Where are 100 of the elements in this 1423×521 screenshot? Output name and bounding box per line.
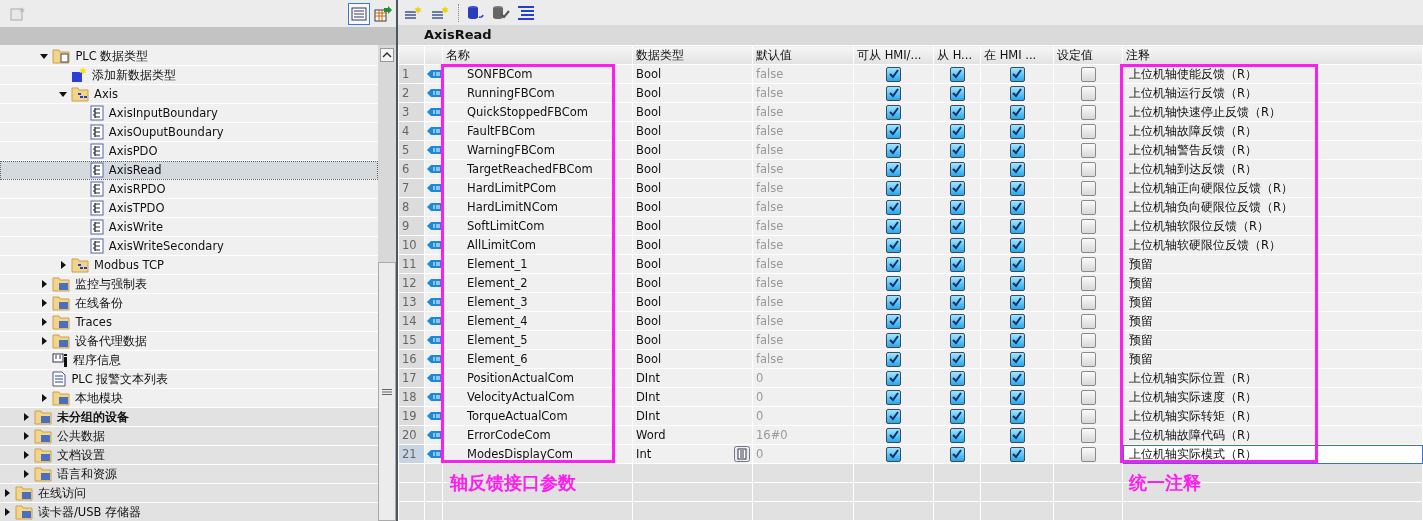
checkbox[interactable]	[949, 351, 965, 367]
tree-item[interactable]: 程序信息	[0, 351, 378, 370]
tree-item[interactable]: AxisTPDO	[0, 199, 378, 218]
checkbox[interactable]	[949, 180, 965, 196]
checkbox[interactable]	[1009, 199, 1025, 215]
checkbox[interactable]	[886, 218, 901, 234]
tree-item[interactable]: 在线访问	[0, 484, 378, 503]
checkbox[interactable]	[1080, 294, 1096, 310]
checkbox[interactable]	[1080, 180, 1096, 196]
collapsed-arrow-icon[interactable]	[2, 488, 12, 498]
checkbox[interactable]	[949, 142, 965, 158]
checkbox[interactable]	[949, 123, 965, 139]
checkbox[interactable]	[1009, 104, 1025, 120]
checkbox[interactable]	[949, 275, 965, 291]
checkbox[interactable]	[1080, 389, 1096, 405]
collapsed-arrow-icon[interactable]	[2, 507, 12, 517]
checkbox[interactable]	[1009, 389, 1025, 405]
table-cell[interactable]: 预留	[1129, 275, 1153, 290]
checkbox[interactable]	[1009, 427, 1025, 443]
checkbox[interactable]	[949, 218, 965, 234]
checkbox[interactable]	[1080, 66, 1096, 82]
table-cell[interactable]: 预留	[1129, 313, 1153, 328]
checkbox[interactable]	[886, 142, 901, 158]
checkbox[interactable]	[949, 389, 965, 405]
checkbox[interactable]	[886, 351, 901, 367]
tree-item[interactable]: 公共数据	[0, 427, 378, 446]
checkbox[interactable]	[1080, 275, 1096, 291]
checkbox[interactable]	[1080, 408, 1096, 424]
checkbox[interactable]	[886, 180, 901, 196]
checkbox[interactable]	[949, 161, 965, 177]
column-header[interactable]: 从 H...	[933, 45, 981, 65]
checkbox[interactable]	[886, 199, 901, 215]
checkbox[interactable]	[886, 85, 901, 101]
tree-item[interactable]: AxisOuputBoundary	[0, 123, 378, 142]
tree-item[interactable]: AxisWrite	[0, 218, 378, 237]
checkbox[interactable]	[1080, 161, 1096, 177]
checkbox[interactable]	[949, 294, 965, 310]
checkbox[interactable]	[886, 313, 901, 329]
database-icon[interactable]	[467, 4, 485, 21]
checkbox[interactable]	[886, 332, 901, 348]
tree-item[interactable]: 设备代理数据	[0, 332, 378, 351]
checkbox[interactable]	[1009, 161, 1025, 177]
checkbox[interactable]	[1080, 104, 1096, 120]
expanded-arrow-icon[interactable]	[39, 51, 50, 61]
column-header[interactable]: 默认值	[752, 45, 854, 65]
scroll-up-icon[interactable]	[380, 48, 394, 62]
checkbox[interactable]	[1009, 351, 1025, 367]
checkbox[interactable]	[949, 370, 965, 386]
tree-item[interactable]: AxisWriteSecondary	[0, 237, 378, 256]
checkbox[interactable]	[886, 256, 901, 272]
checkbox[interactable]	[949, 66, 965, 82]
tree-item[interactable]: 监控与强制表	[0, 275, 378, 294]
database-check-icon[interactable]	[492, 4, 510, 21]
insert-row-icon[interactable]	[404, 4, 424, 21]
checkbox[interactable]	[886, 294, 901, 310]
checkbox[interactable]	[1009, 294, 1025, 310]
table-cell[interactable]: 预留	[1129, 351, 1153, 366]
checkbox[interactable]	[886, 161, 901, 177]
checkbox[interactable]	[1080, 427, 1096, 443]
checkbox[interactable]	[1009, 85, 1025, 101]
checkbox[interactable]	[886, 389, 901, 405]
tree-item[interactable]: Axis	[0, 85, 378, 104]
checkbox[interactable]	[1080, 237, 1096, 253]
checkbox[interactable]	[1009, 142, 1025, 158]
checkbox[interactable]	[1080, 256, 1096, 272]
checkbox[interactable]	[949, 199, 965, 215]
checkbox[interactable]	[1009, 66, 1025, 82]
column-header[interactable]: 数据类型	[632, 45, 753, 65]
checkbox[interactable]	[886, 66, 901, 82]
checkbox[interactable]	[1009, 180, 1025, 196]
checkbox[interactable]	[949, 104, 965, 120]
checkbox[interactable]	[1009, 313, 1025, 329]
checkbox[interactable]	[1009, 123, 1025, 139]
checkbox[interactable]	[886, 408, 901, 424]
table-cell[interactable]: 预留	[1129, 332, 1153, 347]
tree-item[interactable]: Traces	[0, 313, 378, 332]
checkbox[interactable]	[949, 313, 965, 329]
tree-item[interactable]: Modbus TCP	[0, 256, 378, 275]
checkbox[interactable]	[1009, 275, 1025, 291]
checkbox[interactable]	[949, 85, 965, 101]
checkbox[interactable]	[1080, 123, 1096, 139]
checkbox[interactable]	[886, 275, 901, 291]
checkbox[interactable]	[886, 237, 901, 253]
checkbox[interactable]	[1080, 370, 1096, 386]
tree-item[interactable]: 添加新数据类型	[0, 66, 378, 85]
table-export-icon[interactable]	[374, 5, 392, 22]
table-cell[interactable]: 预留	[1129, 294, 1153, 309]
checkbox[interactable]	[1080, 199, 1096, 215]
list-view-button[interactable]	[348, 2, 370, 25]
checkbox[interactable]	[1080, 218, 1096, 234]
tree-item[interactable]: 在线备份	[0, 294, 378, 313]
checkbox[interactable]	[949, 408, 965, 424]
grip-icon[interactable]	[382, 388, 392, 395]
tree-item[interactable]: 本地模块	[0, 389, 378, 408]
checkbox[interactable]	[886, 104, 901, 120]
checkbox[interactable]	[1009, 370, 1025, 386]
checkbox[interactable]	[1080, 142, 1096, 158]
checkbox[interactable]	[886, 446, 901, 462]
column-header[interactable]: 设定值	[1053, 45, 1123, 65]
tree-item[interactable]: PLC 报警文本列表	[0, 370, 378, 389]
